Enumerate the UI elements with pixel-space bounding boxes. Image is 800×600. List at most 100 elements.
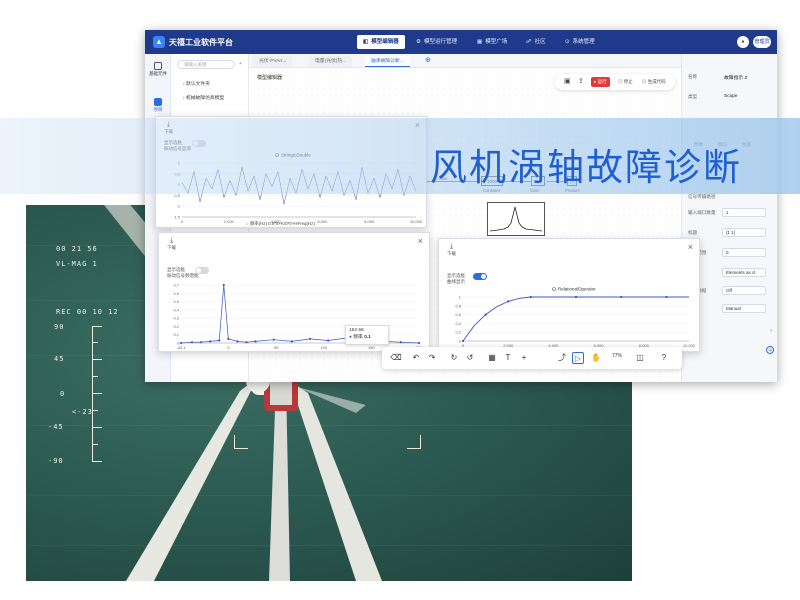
project-icon xyxy=(154,98,162,106)
help-icon[interactable]: ? xyxy=(658,352,670,364)
prop-mode-select[interactable]: Manual xyxy=(722,304,766,313)
y-tick-label: 0.7 xyxy=(173,283,179,288)
tab-pv[interactable]: 光伏-PVArr... xyxy=(253,56,293,67)
undo-icon[interactable]: ↶ xyxy=(410,352,422,364)
eraser-icon[interactable]: ⌫ xyxy=(390,352,402,364)
crosshair-icon[interactable]: + xyxy=(518,352,530,364)
prop-time-field[interactable]: 0 xyxy=(722,248,766,257)
tab-bearing[interactable]: 轴承故障诊断... xyxy=(365,56,410,67)
y-tick-label: 0.4 xyxy=(455,321,461,326)
stop-button[interactable]: ◎ 停止 xyxy=(615,77,636,87)
square-icon: ▦ xyxy=(477,39,483,45)
download-button[interactable]: ⤓下载 xyxy=(447,243,456,257)
x-tick-label: 0 xyxy=(227,345,230,350)
avatar[interactable]: 管理员 xyxy=(753,36,771,48)
y-tick-label: 0.2 xyxy=(173,324,179,329)
x-tick-label: 100 xyxy=(320,345,327,350)
show-select-toggle[interactable] xyxy=(473,273,487,280)
nav-model-editor[interactable]: ◧ 模型编辑器 xyxy=(357,35,405,49)
prop-log-select[interactable]: Off xyxy=(722,286,766,295)
prop-title-field[interactable]: [1 1] xyxy=(722,228,766,237)
nav-model-square[interactable]: ▦ 模型广场 xyxy=(471,35,513,49)
data-point xyxy=(254,340,257,343)
rail-label: 基础元件 xyxy=(149,71,167,76)
bell-icon[interactable]: ● xyxy=(737,36,749,48)
nav-label: 模型运行管理 xyxy=(423,39,457,45)
y-tick-label: 0.4 xyxy=(173,307,179,312)
prop-name-value[interactable]: 故障指示 Z xyxy=(724,74,747,81)
editor-tabs: 光伏-PVArr... 电量(光伏)热... 轴承故障诊断... ⊕ xyxy=(249,54,681,68)
prop-input-field[interactable]: 1 xyxy=(722,208,766,217)
stop-label: 停止 xyxy=(623,79,633,84)
x-tick-label: -42.1 xyxy=(176,345,186,350)
logo-icon: ▲ xyxy=(153,36,165,48)
y-tick-label: 0.6 xyxy=(455,312,461,317)
data-point xyxy=(222,283,225,287)
run-manage-icon: ⚙ xyxy=(416,39,421,45)
redo-icon[interactable]: ↷ xyxy=(426,352,438,364)
add-icon[interactable]: + xyxy=(239,61,242,67)
data-point xyxy=(227,337,230,340)
stage: 00 21 56 VL-MAG 1 REC 00 10 12 90 45 0 -… xyxy=(0,0,800,600)
run-button[interactable]: ▸ 运行 xyxy=(591,77,610,87)
tree-node-default[interactable]: › 默认文件夹 xyxy=(183,80,210,87)
prop-type-label: 类型 xyxy=(688,94,698,99)
tab-power[interactable]: 电量(光伏)热... xyxy=(309,56,353,67)
zoom-level[interactable]: 77% xyxy=(612,353,622,359)
tree-node-mech[interactable]: › 机械故障仿真模型 xyxy=(183,94,224,101)
nav-label: 模型编辑器 xyxy=(371,39,399,45)
save-icon[interactable]: ▣ xyxy=(561,77,574,87)
y-tick-label: -1 xyxy=(176,204,180,209)
tree-search-input[interactable]: 请输入关键 xyxy=(177,60,235,69)
scope-thumbnail xyxy=(489,206,543,232)
reset-icon[interactable]: ↺ xyxy=(464,352,476,364)
legend-label: RelationalOperator xyxy=(558,287,596,292)
rotate-icon[interactable]: ↻ xyxy=(448,352,460,364)
data-point xyxy=(290,340,293,343)
prop-type-value: Scope xyxy=(724,94,738,99)
tooltip-series: ● 频率 0.1 xyxy=(349,335,371,340)
app-title: 天禧工业软件平台 xyxy=(169,38,233,47)
prop-title-label: 标题 xyxy=(688,230,698,235)
connector-icon[interactable]: ⤴ xyxy=(556,352,568,364)
show-select-toggle[interactable] xyxy=(195,267,209,274)
hand-icon[interactable]: ✋ xyxy=(590,352,602,364)
scope-block[interactable] xyxy=(487,202,545,236)
x-tick-label: 6,000 xyxy=(317,219,328,224)
y-tick-label: 0.3 xyxy=(173,316,179,321)
nav-label: 系统管理 xyxy=(572,39,595,45)
chevron-right-icon[interactable]: › xyxy=(770,328,772,334)
pointer-icon[interactable]: ▷ xyxy=(572,352,584,364)
nav-community[interactable]: ☍ 社区 xyxy=(520,35,552,49)
download-button[interactable]: ⤓下载 xyxy=(167,237,176,251)
data-point xyxy=(218,339,221,342)
download-label: 下载 xyxy=(167,245,176,250)
nav-system[interactable]: ⊙ 系统管理 xyxy=(559,35,601,49)
x-tick-label: 10,000 xyxy=(683,343,695,348)
x-tick-label: 2,000 xyxy=(224,219,235,224)
grid-icon[interactable]: ▦ xyxy=(486,352,498,364)
add-tab-icon[interactable]: ⊕ xyxy=(425,56,431,64)
rail-item-project[interactable]: 项目 xyxy=(145,98,171,113)
help-icon[interactable]: ☺ xyxy=(766,346,774,354)
bottom-toolbar: ⌫ ↶ ↷ ↻ ↺ ▦ T + ⤴ ▷ ✋ 77% ◫ ? xyxy=(382,347,682,369)
nav-label: 模型广场 xyxy=(485,39,508,45)
data-point xyxy=(308,337,312,340)
upload-icon[interactable]: ⇪ xyxy=(575,77,587,87)
editor-icon: ◧ xyxy=(363,39,369,45)
x-tick-label: 0 xyxy=(181,219,184,224)
rail-item-components[interactable]: 基础元件 xyxy=(145,62,171,77)
data-point xyxy=(529,295,532,299)
nav-label: 社区 xyxy=(534,39,546,45)
data-point xyxy=(461,339,465,343)
close-icon[interactable]: × xyxy=(688,242,693,252)
prop-layout-select[interactable]: Elements as cl xyxy=(722,268,766,277)
map-icon[interactable]: ◫ xyxy=(634,352,646,364)
signal-tooltip: ○ 频率(Hz) 0.5*5+K/0*0+HFreq(Hz) xyxy=(246,221,315,226)
close-icon[interactable]: × xyxy=(418,236,423,246)
nav-model-run[interactable]: ⚙ 模型运行管理 xyxy=(410,35,463,49)
text-icon[interactable]: T xyxy=(502,352,514,364)
generate-code-button[interactable]: ▤ 生成代码 xyxy=(639,77,669,87)
data-point xyxy=(327,339,330,342)
data-point xyxy=(665,295,668,299)
